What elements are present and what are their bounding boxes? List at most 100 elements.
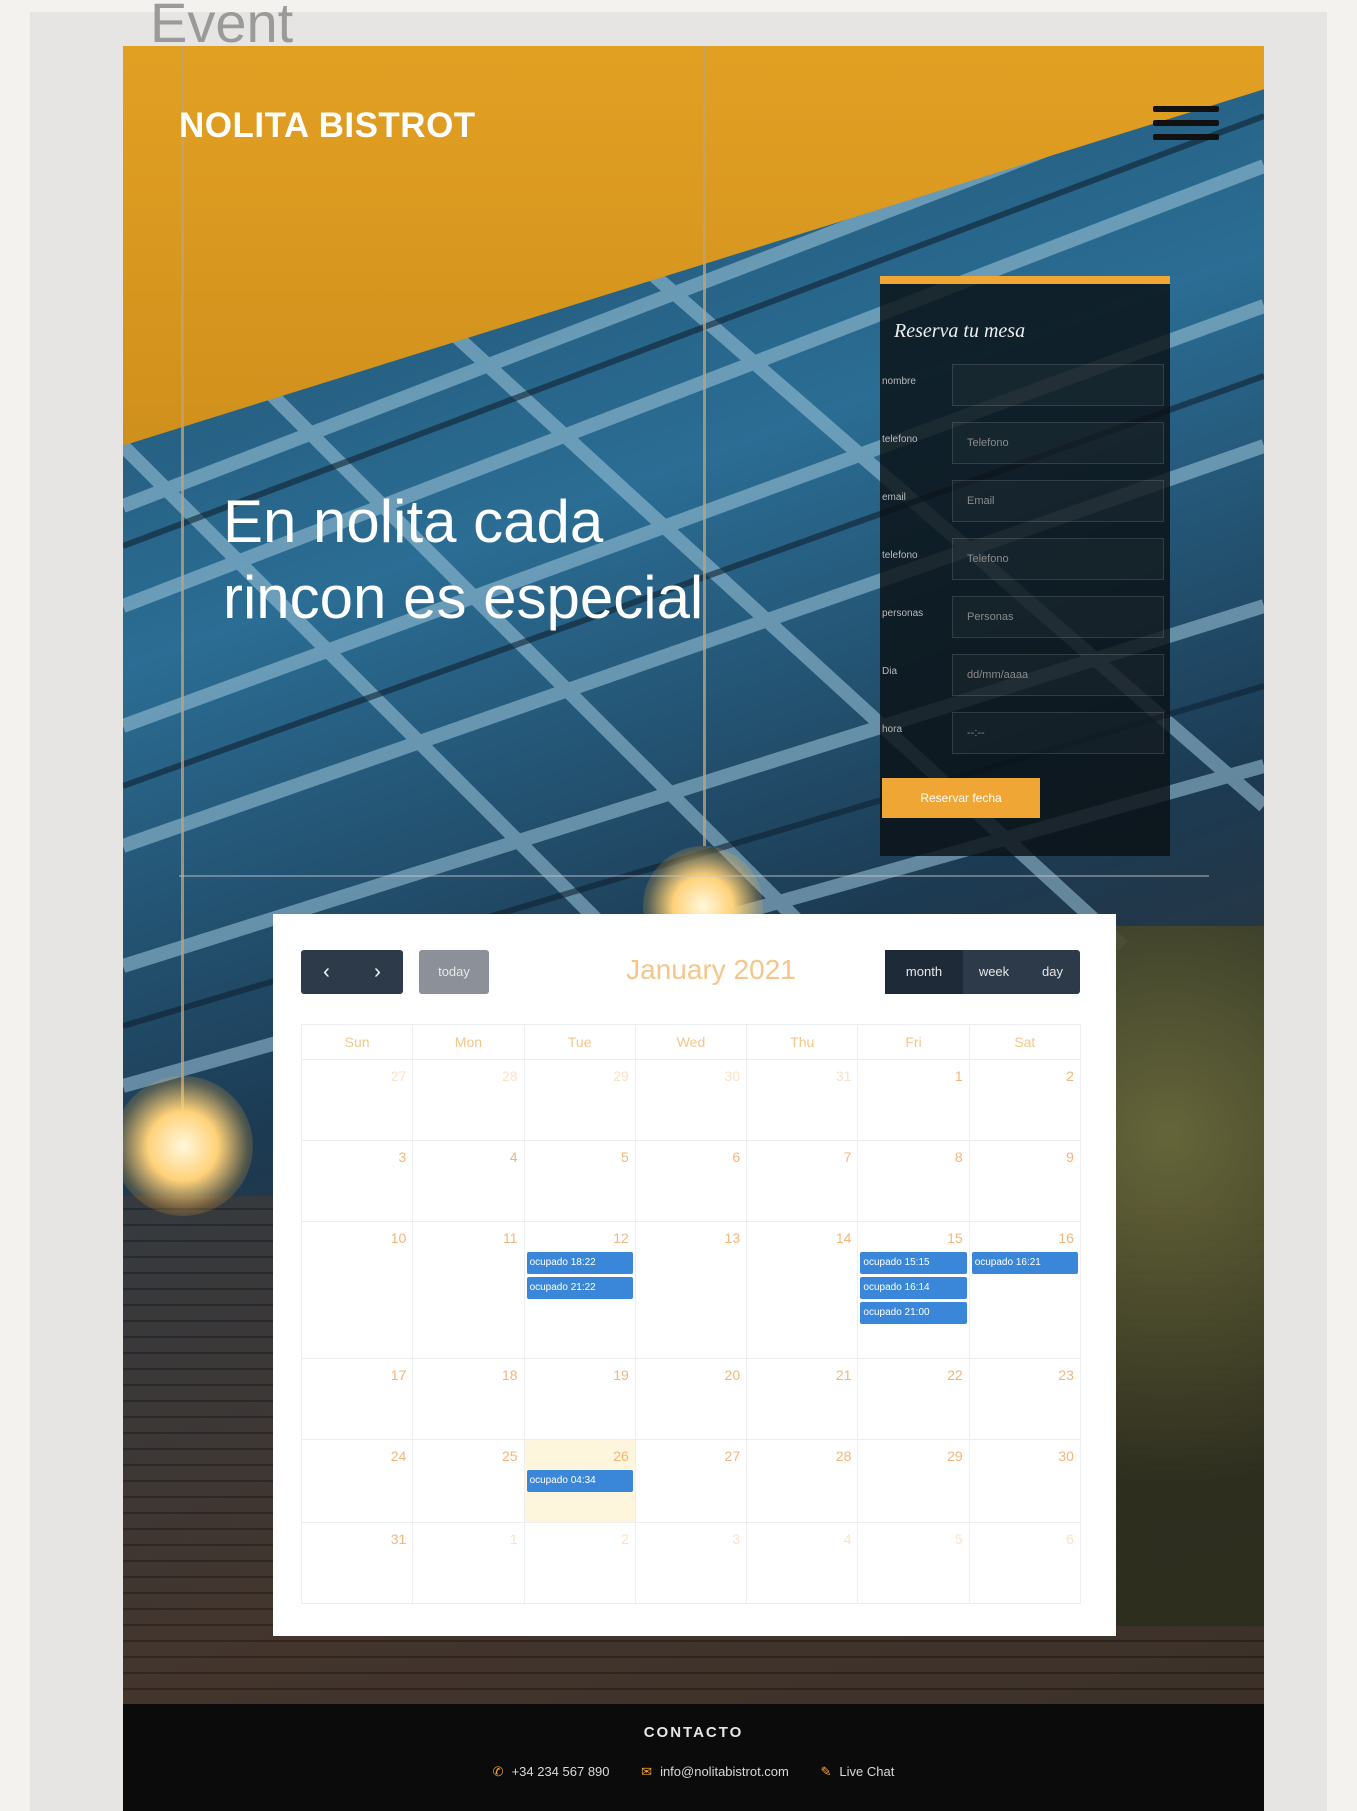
calendar-day-cell[interactable]: 6 bbox=[636, 1141, 748, 1221]
day-number: 2 bbox=[621, 1531, 629, 1547]
hero-title-line2: rincon es especial bbox=[223, 564, 704, 631]
reservation-field-telefono-2: telefono Telefono bbox=[880, 538, 1170, 586]
phone-input-2[interactable]: Telefono bbox=[952, 538, 1164, 580]
calendar-week-row: 31 1 2 3 4 5 6 bbox=[301, 1523, 1081, 1604]
footer-phone-link[interactable]: ✆ +34 234 567 890 bbox=[493, 1764, 610, 1780]
footer-email-link[interactable]: ✉ info@nolitabistrot.com bbox=[641, 1764, 789, 1780]
view-day-button[interactable]: day bbox=[1025, 950, 1080, 994]
calendar-day-cell[interactable]: 3 bbox=[636, 1523, 748, 1603]
footer-title: CONTACTO bbox=[643, 1724, 744, 1741]
calendar-day-cell[interactable]: 14 bbox=[747, 1222, 859, 1358]
day-number: 7 bbox=[843, 1149, 852, 1165]
day-number: 1 bbox=[954, 1068, 963, 1084]
day-number: 23 bbox=[1058, 1367, 1074, 1383]
calendar-toolbar: ‹ › today January 2021 month week day bbox=[301, 950, 1088, 996]
calendar-day-cell[interactable]: 25 bbox=[413, 1440, 525, 1522]
chevron-right-icon[interactable]: › bbox=[352, 950, 403, 994]
mail-icon: ✉ bbox=[641, 1764, 653, 1779]
day-number: 8 bbox=[954, 1149, 963, 1165]
calendar-day-cell[interactable]: 8 bbox=[858, 1141, 970, 1221]
reservation-field-email: email Email bbox=[880, 480, 1170, 528]
phone-input[interactable]: Telefono bbox=[952, 422, 1164, 464]
today-button[interactable]: today bbox=[419, 950, 489, 994]
calendar-day-cell[interactable]: 4 bbox=[413, 1141, 525, 1221]
footer-chat-link[interactable]: ✎ Live Chat bbox=[821, 1764, 895, 1780]
calendar-day-cell[interactable]: 2 bbox=[970, 1060, 1081, 1140]
calendar-day-cell[interactable]: 13 bbox=[636, 1222, 748, 1358]
calendar-day-cell[interactable]: 4 bbox=[747, 1523, 859, 1603]
calendar-day-cell[interactable]: 3 bbox=[302, 1141, 414, 1221]
calendar-day-cell[interactable]: 28 bbox=[413, 1060, 525, 1140]
calendar-day-cell[interactable]: 16 ocupado 16:21 bbox=[970, 1222, 1081, 1358]
calendar-day-cell[interactable]: 12 ocupado 18:22 ocupado 21:22 bbox=[525, 1222, 636, 1358]
calendar-event[interactable]: ocupado 16:14 bbox=[860, 1277, 967, 1299]
calendar-event[interactable]: ocupado 15:15 bbox=[860, 1252, 967, 1274]
reservation-field-telefono: telefono Telefono bbox=[880, 422, 1170, 470]
calendar-day-cell[interactable]: 18 bbox=[413, 1359, 525, 1439]
calendar-event[interactable]: ocupado 21:22 bbox=[526, 1277, 633, 1299]
calendar-day-cell[interactable]: 31 bbox=[747, 1060, 859, 1140]
calendar-event[interactable]: ocupado 16:21 bbox=[971, 1252, 1078, 1274]
day-number: 11 bbox=[503, 1230, 518, 1246]
calendar-day-cell[interactable]: 5 bbox=[858, 1523, 970, 1603]
day-number: 30 bbox=[1058, 1448, 1074, 1464]
calendar-day-cell[interactable]: 15 ocupado 15:15 ocupado 16:14 ocupado 21:0… bbox=[858, 1222, 970, 1358]
calendar-day-cell[interactable]: 22 bbox=[858, 1359, 970, 1439]
calendar-day-cell[interactable]: 10 bbox=[302, 1222, 414, 1358]
view-month-button[interactable]: month bbox=[885, 950, 963, 994]
calendar-day-cell[interactable]: 1 bbox=[858, 1060, 970, 1140]
calendar-day-cell[interactable]: 11 bbox=[413, 1222, 525, 1358]
brand-logo[interactable]: NOLITA BISTROT bbox=[179, 106, 476, 146]
calendar-day-cell[interactable]: 27 bbox=[302, 1060, 414, 1140]
calendar-day-cell[interactable]: 21 bbox=[747, 1359, 859, 1439]
chevron-left-icon[interactable]: ‹ bbox=[301, 950, 352, 994]
calendar-day-cell[interactable]: 5 bbox=[525, 1141, 636, 1221]
hero-section: NOLITA BISTROT En nolita cada rincon es … bbox=[123, 46, 1264, 1704]
day-number: 29 bbox=[613, 1068, 629, 1084]
reservation-field-hora: hora --:-- bbox=[880, 712, 1170, 760]
day-number: 19 bbox=[613, 1367, 629, 1383]
reserve-button[interactable]: Reservar fecha bbox=[882, 778, 1040, 818]
day-number: 2 bbox=[1066, 1068, 1074, 1084]
hamburger-icon[interactable] bbox=[1153, 98, 1219, 152]
calendar-day-cell[interactable]: 7 bbox=[747, 1141, 859, 1221]
calendar-day-cell[interactable]: 24 bbox=[302, 1440, 414, 1522]
day-number: 9 bbox=[1066, 1149, 1074, 1165]
calendar-day-cell[interactable]: 27 bbox=[636, 1440, 748, 1522]
calendar-day-cell[interactable]: 26 ocupado 04:34 bbox=[524, 1440, 636, 1522]
day-number: 26 bbox=[613, 1448, 629, 1464]
calendar-day-cell[interactable]: 23 bbox=[970, 1359, 1081, 1439]
weekday-header: Sun Mon Tue Wed Thu Fri Sat bbox=[301, 1024, 1081, 1060]
calendar-event[interactable]: ocupado 18:22 bbox=[526, 1252, 633, 1274]
calendar-day-cell[interactable]: 1 bbox=[413, 1523, 525, 1603]
calendar-day-cell[interactable]: 30 bbox=[970, 1440, 1081, 1522]
calendar-day-cell[interactable]: 20 bbox=[636, 1359, 748, 1439]
weekday-label: Wed bbox=[636, 1025, 748, 1059]
calendar-day-cell[interactable]: 9 bbox=[970, 1141, 1081, 1221]
guests-input[interactable]: Personas bbox=[952, 596, 1164, 638]
field-label: nombre bbox=[882, 376, 916, 387]
calendar-day-cell[interactable]: 17 bbox=[302, 1359, 414, 1439]
calendar-day-cell[interactable]: 30 bbox=[636, 1060, 748, 1140]
day-number: 14 bbox=[835, 1230, 852, 1246]
calendar-day-cell[interactable]: 29 bbox=[858, 1440, 970, 1522]
name-input[interactable] bbox=[952, 364, 1164, 406]
calendar-day-cell[interactable]: 19 bbox=[525, 1359, 636, 1439]
calendar-day-cell[interactable]: 29 bbox=[525, 1060, 636, 1140]
day-number: 3 bbox=[398, 1149, 407, 1165]
calendar-event[interactable]: ocupado 04:34 bbox=[526, 1470, 633, 1492]
phone-icon: ✆ bbox=[492, 1764, 504, 1779]
email-input[interactable]: Email bbox=[952, 480, 1164, 522]
calendar-week-row: 10 11 12 ocupado 18:22 ocupado 21:22 13 14 15 oc… bbox=[301, 1222, 1081, 1359]
day-number: 6 bbox=[1066, 1531, 1074, 1547]
calendar-event[interactable]: ocupado 21:00 bbox=[860, 1302, 967, 1324]
time-input[interactable]: --:-- bbox=[952, 712, 1164, 754]
view-week-button[interactable]: week bbox=[963, 950, 1025, 994]
calendar-day-cell[interactable]: 28 bbox=[747, 1440, 859, 1522]
date-input[interactable]: dd/mm/aaaa bbox=[952, 654, 1164, 696]
calendar-day-cell[interactable]: 6 bbox=[970, 1523, 1081, 1603]
day-number: 17 bbox=[390, 1367, 407, 1383]
field-label: Dia bbox=[882, 666, 898, 677]
calendar-day-cell[interactable]: 31 bbox=[302, 1523, 414, 1603]
calendar-day-cell[interactable]: 2 bbox=[525, 1523, 636, 1603]
